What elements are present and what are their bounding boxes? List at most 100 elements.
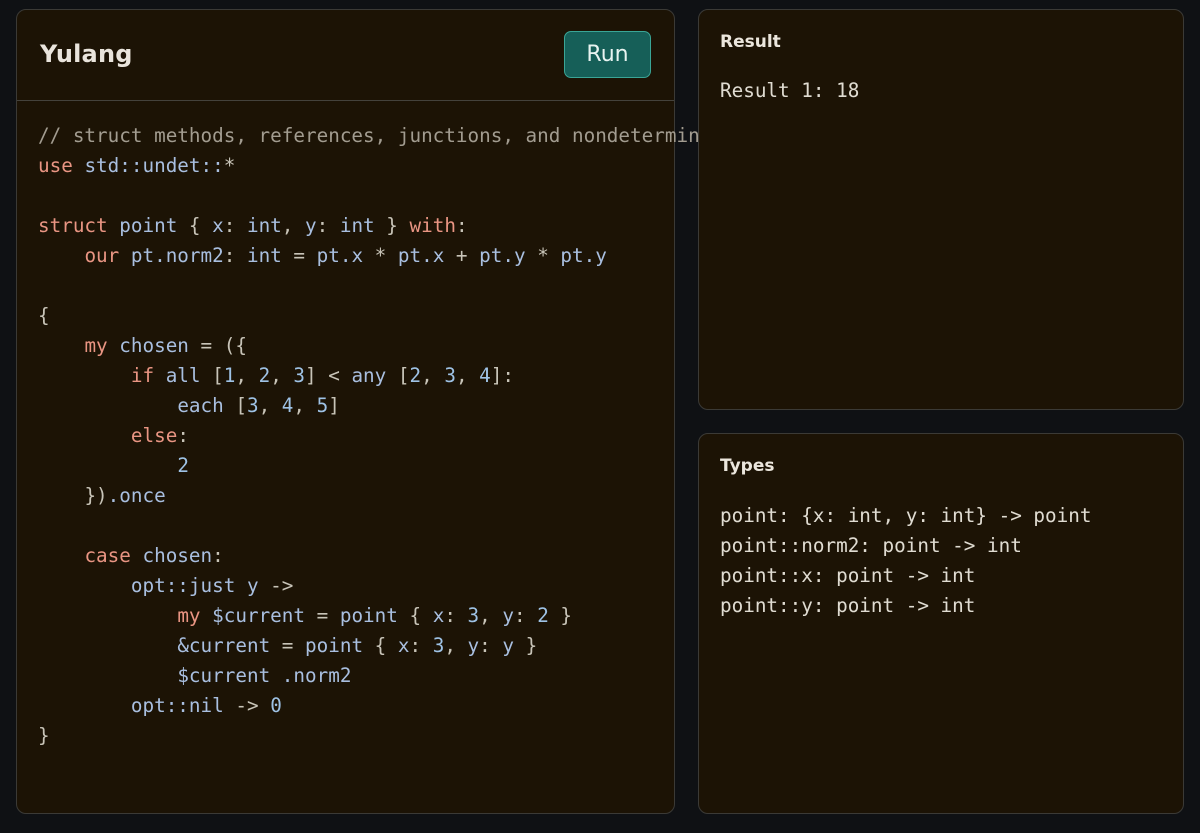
- code-token-keyword: struct: [38, 214, 108, 237]
- code-token-punct: [: [223, 394, 247, 417]
- code-token-ident: chosen: [119, 334, 189, 357]
- code-line: &current = point { x: 3, y: y }: [38, 631, 735, 661]
- code-token-ident: x: [212, 214, 224, 237]
- code-line: use std::undet::*: [38, 151, 735, 181]
- code-token-punct: :: [212, 544, 224, 567]
- code-token-ident: y: [502, 604, 514, 627]
- code-token-ident: x: [432, 604, 445, 627]
- code-token-punct: :: [513, 604, 538, 627]
- code-line: our pt.norm2: int = pt.x * pt.x + pt.y *…: [38, 241, 735, 271]
- code-token-punct: [: [200, 364, 224, 387]
- code-token-ident: y: [467, 634, 480, 657]
- result-panel: Result Result 1: 18: [698, 9, 1184, 410]
- code-token-ident: &current: [177, 634, 271, 657]
- code-token-keyword: with: [409, 214, 456, 237]
- code-line: else:: [38, 421, 735, 451]
- code-token-keyword: if: [130, 364, 155, 387]
- code-token-ident: .once: [107, 484, 166, 507]
- code-token-number: 2: [177, 454, 189, 477]
- code-token-ident: y: [502, 634, 514, 657]
- code-token-punct: {: [177, 214, 213, 237]
- code-token-punct: ,: [293, 394, 317, 417]
- code-token-number: 3: [467, 604, 480, 627]
- code-token-ident: $current: [177, 664, 271, 687]
- code-token-op: =: [281, 244, 317, 267]
- code-line: if all [1, 2, 3] < any [2, 3, 4]:: [38, 361, 735, 391]
- code-token-punct: :: [316, 214, 340, 237]
- code-token-ident: point: [339, 604, 398, 627]
- result-title: Result: [720, 32, 781, 52]
- types-panel: Types point: {x: int, y: int} -> point po…: [698, 433, 1184, 814]
- code-token-punct: [: [386, 364, 410, 387]
- code-token-punct: ]: [328, 394, 340, 417]
- code-token-punct: ,: [479, 604, 503, 627]
- editor-header: Yulang Run: [17, 10, 674, 101]
- code-token-ident: point: [119, 214, 178, 237]
- run-button[interactable]: Run: [564, 31, 651, 78]
- code-token-punct: = ({: [188, 334, 247, 357]
- code-token-number: 4: [281, 394, 294, 417]
- code-token-path: std::undet::: [84, 154, 224, 177]
- code-line: opt::just y ->: [38, 571, 735, 601]
- code-token-punct: ]:: [490, 364, 514, 387]
- code-token-keyword: my: [84, 334, 108, 357]
- code-token-punct: {: [363, 634, 398, 657]
- code-token-keyword: case: [84, 544, 131, 567]
- code-editor[interactable]: // struct methods, references, junctions…: [38, 121, 735, 751]
- code-token-punct: ,: [270, 364, 294, 387]
- code-token-punct: }: [38, 724, 50, 747]
- code-token-ident: each: [177, 394, 224, 417]
- code-token-number: 1: [223, 364, 236, 387]
- code-token-keyword: my: [177, 604, 201, 627]
- code-line: my $current = point { x: 3, y: 2 }: [38, 601, 735, 631]
- code-token-path: opt::nil: [130, 694, 224, 717]
- code-token-punct: ] <: [305, 364, 352, 387]
- code-line: }: [38, 721, 735, 751]
- code-token-punct: {: [38, 304, 50, 327]
- code-token-number: 4: [479, 364, 491, 387]
- code-token-ident: all: [165, 364, 201, 387]
- code-token-punct: ,: [235, 364, 259, 387]
- code-token-number: 2: [537, 604, 549, 627]
- code-line: each [3, 4, 5]: [38, 391, 735, 421]
- code-token-punct: }: [374, 214, 410, 237]
- code-token-number: 2: [258, 364, 271, 387]
- code-token-op: =: [270, 634, 306, 657]
- code-token-path: opt::just: [130, 574, 236, 597]
- type-signature: point: {x: int, y: int} -> point: [720, 504, 1092, 527]
- app-title: Yulang: [40, 40, 133, 68]
- code-token-number: 3: [246, 394, 259, 417]
- type-signature: point::norm2: point -> int: [720, 534, 1022, 557]
- code-token-ident: pt.x: [397, 244, 445, 267]
- code-token-punct: :: [444, 604, 468, 627]
- code-editor-panel: Yulang Run // struct methods, references…: [16, 9, 735, 814]
- code-token-keyword: else: [130, 424, 178, 447]
- code-token-type: int: [246, 244, 282, 267]
- code-line: opt::nil -> 0: [38, 691, 735, 721]
- code-token-keyword: use: [38, 154, 73, 177]
- code-token-ident: y: [246, 574, 259, 597]
- code-token-punct: ,: [258, 394, 282, 417]
- code-token-punct: ,: [444, 634, 468, 657]
- code-token-ident: pt.y: [560, 244, 607, 267]
- code-token-punct: :: [455, 214, 468, 237]
- code-token-number: 3: [444, 364, 456, 387]
- code-token-ident: any: [351, 364, 387, 387]
- code-token-punct: :: [409, 634, 433, 657]
- code-token-punct: }: [513, 634, 538, 657]
